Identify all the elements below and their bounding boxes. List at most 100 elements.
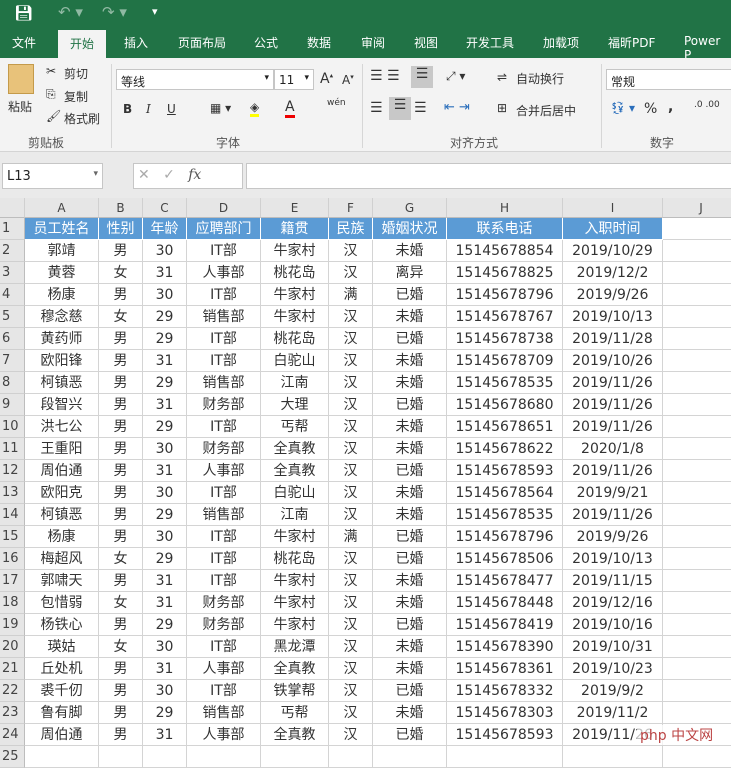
column-header-E[interactable]: E	[261, 198, 329, 218]
table-cell[interactable]: 15145678738	[447, 328, 563, 350]
table-cell[interactable]: 15145678535	[447, 504, 563, 526]
row-header[interactable]: 23	[0, 702, 25, 724]
table-cell[interactable]: 汉	[329, 372, 373, 394]
table-cell[interactable]: IT部	[187, 350, 261, 372]
cut-icon[interactable]: ✂	[46, 64, 56, 78]
table-cell[interactable]: 2019/9/2	[563, 680, 663, 702]
table-cell[interactable]: 2019/10/13	[563, 306, 663, 328]
table-cell[interactable]: 男	[99, 416, 143, 438]
table-cell[interactable]: 江南	[261, 504, 329, 526]
table-cell[interactable]: 满	[329, 526, 373, 548]
number-format-select[interactable]: 常规	[606, 69, 731, 90]
row-header[interactable]: 12	[0, 460, 25, 482]
table-cell[interactable]: 包惜弱	[25, 592, 99, 614]
align-top-icon[interactable]: ☰ ☰	[370, 68, 400, 84]
table-cell[interactable]: 牛家村	[261, 526, 329, 548]
table-cell[interactable]: IT部	[187, 636, 261, 658]
table-cell[interactable]: 男	[99, 504, 143, 526]
table-cell[interactable]: 汉	[329, 460, 373, 482]
row-header[interactable]: 22	[0, 680, 25, 702]
table-cell[interactable]: 15145678303	[447, 702, 563, 724]
table-cell[interactable]: 15145678419	[447, 614, 563, 636]
redo-icon[interactable]: ↷ ▾	[102, 3, 127, 21]
paste-icon[interactable]	[8, 64, 34, 94]
phonetic-button[interactable]: wén	[327, 98, 346, 108]
wrap-text-button[interactable]: 自动换行	[516, 70, 564, 87]
table-cell[interactable]: 销售部	[187, 306, 261, 328]
table-cell[interactable]: 财务部	[187, 438, 261, 460]
table-cell[interactable]: 白驼山	[261, 350, 329, 372]
header-cell[interactable]: 性别	[99, 218, 143, 240]
grow-font-icon[interactable]: A▴	[320, 71, 333, 87]
table-cell[interactable]: IT部	[187, 570, 261, 592]
table-cell[interactable]: 未婚	[373, 372, 447, 394]
table-cell[interactable]: 男	[99, 482, 143, 504]
table-cell[interactable]: 财务部	[187, 394, 261, 416]
table-cell[interactable]: IT部	[187, 526, 261, 548]
table-cell[interactable]: 全真教	[261, 438, 329, 460]
table-cell[interactable]: 离异	[373, 262, 447, 284]
table-cell[interactable]: 杨康	[25, 284, 99, 306]
table-cell[interactable]: 29	[143, 328, 187, 350]
table-cell[interactable]: 郭啸天	[25, 570, 99, 592]
table-cell[interactable]: 2019/9/26	[563, 526, 663, 548]
table-cell[interactable]: 2019/11/26	[563, 372, 663, 394]
table-cell[interactable]: 15145678651	[447, 416, 563, 438]
empty-cell[interactable]	[663, 702, 731, 724]
row-header[interactable]: 21	[0, 658, 25, 680]
empty-cell[interactable]	[187, 746, 261, 768]
table-cell[interactable]: 桃花岛	[261, 548, 329, 570]
table-cell[interactable]: 汉	[329, 482, 373, 504]
table-cell[interactable]: 男	[99, 394, 143, 416]
table-cell[interactable]: 男	[99, 526, 143, 548]
empty-cell[interactable]	[663, 306, 731, 328]
enter-icon[interactable]: ✓	[163, 167, 175, 183]
empty-cell[interactable]	[663, 592, 731, 614]
table-cell[interactable]: 2019/11/15	[563, 570, 663, 592]
table-cell[interactable]: 15145678593	[447, 724, 563, 746]
tab-0[interactable]: 文件	[12, 34, 36, 51]
empty-cell[interactable]	[663, 504, 731, 526]
empty-cell[interactable]	[663, 482, 731, 504]
table-cell[interactable]: 人事部	[187, 658, 261, 680]
italic-button[interactable]: I	[146, 102, 151, 116]
table-cell[interactable]: 柯镇恶	[25, 372, 99, 394]
empty-cell[interactable]	[143, 746, 187, 768]
table-cell[interactable]: 2019/10/26	[563, 350, 663, 372]
table-cell[interactable]: 男	[99, 724, 143, 746]
table-cell[interactable]: 人事部	[187, 724, 261, 746]
table-cell[interactable]: 男	[99, 350, 143, 372]
table-cell[interactable]: 2019/11/26	[563, 504, 663, 526]
empty-cell[interactable]	[663, 658, 731, 680]
table-cell[interactable]: 汉	[329, 240, 373, 262]
empty-cell[interactable]	[373, 746, 447, 768]
table-cell[interactable]: 未婚	[373, 482, 447, 504]
table-cell[interactable]: 31	[143, 570, 187, 592]
tab-7[interactable]: 视图	[414, 34, 438, 51]
empty-cell[interactable]	[663, 416, 731, 438]
table-cell[interactable]: 黄药师	[25, 328, 99, 350]
table-cell[interactable]: 汉	[329, 702, 373, 724]
table-cell[interactable]: 2019/12/2	[563, 262, 663, 284]
table-cell[interactable]: 未婚	[373, 658, 447, 680]
table-cell[interactable]: 2019/10/16	[563, 614, 663, 636]
table-cell[interactable]: 鲁有脚	[25, 702, 99, 724]
table-cell[interactable]: 洪七公	[25, 416, 99, 438]
cancel-icon[interactable]: ✕	[138, 167, 150, 183]
table-cell[interactable]: 汉	[329, 438, 373, 460]
customize-icon[interactable]: ▾	[152, 5, 158, 18]
table-cell[interactable]: 大理	[261, 394, 329, 416]
table-cell[interactable]: 30	[143, 526, 187, 548]
tab-2[interactable]: 插入	[124, 34, 148, 51]
row-header[interactable]: 15	[0, 526, 25, 548]
table-cell[interactable]: IT部	[187, 548, 261, 570]
table-cell[interactable]: 15145678767	[447, 306, 563, 328]
table-cell[interactable]: 汉	[329, 306, 373, 328]
table-cell[interactable]: 牛家村	[261, 306, 329, 328]
currency-icon[interactable]: 💱︎ ▾	[610, 101, 635, 115]
column-header-D[interactable]: D	[187, 198, 261, 218]
empty-cell[interactable]	[261, 746, 329, 768]
table-cell[interactable]: 2019/12/16	[563, 592, 663, 614]
empty-cell[interactable]	[663, 614, 731, 636]
table-cell[interactable]: 桃花岛	[261, 328, 329, 350]
